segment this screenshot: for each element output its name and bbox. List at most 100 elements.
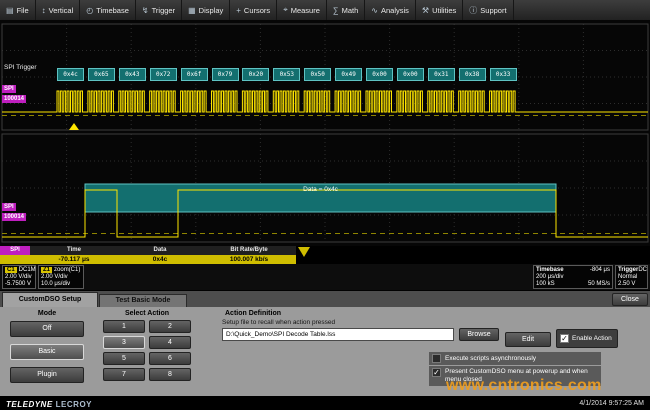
channel-c1-descriptor[interactable]: C1DC1M 2.00 V/div -5.7500 V (2, 265, 36, 289)
zoom-z1-descriptor[interactable]: Z1zoom(C1) 2.00 V/div 10.0 μs/div (38, 265, 84, 289)
spi-decoded-byte: 0x20 (242, 68, 269, 81)
decode-value-data: 0x4c (118, 255, 202, 264)
timebase-tdiv: 200 μs/div (536, 274, 610, 281)
timebase-rate: 50 MS/s (588, 281, 610, 288)
menu-file-label: File (17, 6, 29, 15)
mode-plugin-button[interactable]: Plugin (10, 367, 84, 383)
menu-vertical[interactable]: ↕Vertical (36, 0, 81, 20)
timebase-icon: ◴ (86, 6, 93, 15)
menu-cursors-label: Cursors (244, 6, 270, 15)
spi-zoom-chip[interactable]: SPI (2, 203, 16, 211)
action-button-2[interactable]: 2 (149, 320, 191, 333)
utilities-icon: ⚒ (422, 6, 429, 15)
measure-icon: ⌖ (283, 5, 288, 15)
brand-logo: TELEDYNELECROY (6, 394, 92, 410)
oscilloscope-screen: ▤File ↕Vertical ◴Timebase ↯Trigger ▦Disp… (0, 0, 650, 410)
cursors-icon: + (236, 6, 241, 15)
execute-scripts-row[interactable]: Execute scripts asynchronously (429, 352, 601, 365)
mode-basic-button[interactable]: Basic (10, 344, 84, 360)
spi-decoded-byte: 0x79 (212, 68, 239, 81)
decode-header-time: Time (30, 246, 118, 255)
z1-source: zoom(C1) (54, 267, 80, 273)
edit-button[interactable]: Edit (505, 332, 551, 347)
spi-decoded-byte: 0x43 (119, 68, 146, 81)
trigger-position-marker[interactable] (69, 123, 79, 130)
math-icon: ∑ (333, 6, 339, 15)
spi-decoded-byte: 0x31 (428, 68, 455, 81)
timebase-samples: 100 kS (536, 281, 555, 288)
trigger-label: Trigger (618, 267, 638, 274)
file-icon: ▤ (6, 6, 14, 15)
spi-trigger-label: SPI Trigger (4, 64, 37, 71)
c1-vdiv: 2.00 V/div (5, 274, 33, 281)
enable-action-checkbox[interactable] (560, 334, 569, 343)
spi-decoded-byte: 0x4c (57, 68, 84, 81)
menu-cursors[interactable]: +Cursors (230, 0, 277, 20)
trigger-coupling: DC (638, 267, 647, 274)
clock-datetime: 4/1/2014 9:57:25 AM (579, 400, 644, 407)
tab-customdso-setup[interactable]: CustomDSO Setup (2, 292, 98, 308)
menu-file[interactable]: ▤File (0, 0, 36, 20)
decode-table-row[interactable]: -70.117 μs 0x4c 100.007 kb/s (0, 255, 296, 264)
menu-measure[interactable]: ⌖Measure (277, 0, 327, 20)
decode-protocol-badge: SPI (0, 246, 30, 255)
menu-support[interactable]: ⓘSupport (463, 0, 513, 20)
z1-vdiv: 2.00 V/div (41, 274, 81, 281)
timebase-label: Timebase (536, 267, 564, 274)
execute-scripts-label: Execute scripts asynchronously (445, 355, 536, 363)
spi-channel-chip[interactable]: SPI (2, 85, 16, 93)
decode-header-data: Data (118, 246, 202, 255)
menu-analysis-label: Analysis (381, 6, 409, 15)
action-button-5[interactable]: 5 (103, 352, 145, 365)
browse-button[interactable]: Browse (459, 328, 499, 341)
spi-decoded-byte: 0x49 (335, 68, 362, 81)
spi-decoded-byte: 0x65 (88, 68, 115, 81)
menu-utilities-label: Utilities (432, 6, 456, 15)
present-menu-checkbox[interactable] (432, 368, 441, 377)
action-button-1[interactable]: 1 (103, 320, 145, 333)
action-button-7[interactable]: 7 (103, 368, 145, 381)
menu-math[interactable]: ∑Math (327, 0, 365, 20)
tab-test-basic-mode[interactable]: Test Basic Mode (99, 294, 187, 308)
menu-analysis[interactable]: ∿Analysis (365, 0, 416, 20)
spi-decoded-byte: 0x72 (150, 68, 177, 81)
menu-timebase-label: Timebase (96, 6, 129, 15)
close-button[interactable]: Close (612, 293, 648, 306)
dialog-tab-strip: CustomDSO Setup Test Basic Mode Close (0, 290, 650, 308)
menu-trigger[interactable]: ↯Trigger (136, 0, 182, 20)
menu-trigger-label: Trigger (152, 6, 175, 15)
vertical-icon: ↕ (42, 6, 46, 15)
action-button-6[interactable]: 6 (149, 352, 191, 365)
decode-table-marker (298, 247, 310, 257)
trigger-level: 2.50 V (618, 281, 645, 288)
setup-file-input[interactable] (222, 328, 454, 341)
action-button-4[interactable]: 4 (149, 336, 191, 349)
menu-math-label: Math (342, 6, 359, 15)
trigger-descriptor[interactable]: TriggerDC Normal 2.50 V (615, 265, 648, 289)
action-definition-title: Action Definition (225, 310, 281, 317)
menu-bar: ▤File ↕Vertical ◴Timebase ↯Trigger ▦Disp… (0, 0, 650, 21)
select-action-title: Select Action (103, 310, 191, 317)
setup-file-label: Setup file to recall when action pressed (222, 319, 335, 326)
timebase-descriptor[interactable]: Timebase -804 μs 200 μs/div 100 kS 50 MS/s (533, 265, 613, 289)
mode-off-button[interactable]: Off (10, 321, 84, 337)
decode-result-table: SPI Time Data Bit Rate/Byte -70.117 μs 0… (0, 246, 296, 264)
menu-timebase[interactable]: ◴Timebase (80, 0, 136, 20)
spi-decoded-byte: 0x00 (366, 68, 393, 81)
spi-zoom-chip-id: 100014 (2, 213, 26, 221)
spi-decoded-byte: 0x6f (181, 68, 208, 81)
descriptor-row: C1DC1M 2.00 V/div -5.7500 V Z1zoom(C1) 2… (0, 264, 650, 290)
spi-decoded-byte: 0x50 (304, 68, 331, 81)
trigger-mode: Normal (618, 274, 645, 281)
waveform-area[interactable]: SPI Trigger 0x4c 0x65 0x43 0x72 0x6f 0x790x20… (0, 20, 650, 246)
execute-scripts-checkbox[interactable] (432, 354, 441, 363)
timebase-offset: -804 μs (590, 267, 610, 274)
c1-offset: -5.7500 V (5, 281, 33, 288)
enable-action-toggle[interactable]: Enable Action (556, 329, 618, 348)
menu-display[interactable]: ▦Display (182, 0, 230, 20)
menu-utilities[interactable]: ⚒Utilities (416, 0, 463, 20)
status-footer: TELEDYNELECROY 4/1/2014 9:57:25 AM (0, 396, 650, 410)
spi-decoded-byte: 0x33 (490, 68, 517, 81)
action-button-3[interactable]: 3 (103, 336, 145, 349)
action-button-8[interactable]: 8 (149, 368, 191, 381)
